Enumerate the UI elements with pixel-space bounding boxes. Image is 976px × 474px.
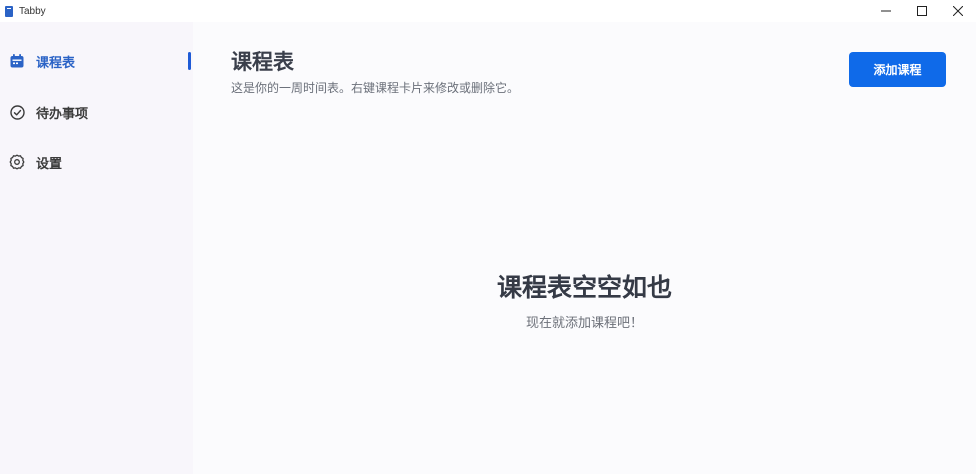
empty-state-subtitle: 现在就添加课程吧！: [525, 316, 643, 331]
page-subtitle: 这是你的一周时间表。右键课程卡片来修改或删除它。: [231, 81, 520, 95]
maximize-button[interactable]: [904, 0, 940, 22]
sidebar-item-label: 待办事项: [36, 106, 89, 122]
minimize-button[interactable]: [868, 0, 904, 22]
close-icon: [953, 6, 963, 16]
minimize-icon: [881, 10, 891, 12]
empty-state-title: 课程表空空如也: [496, 273, 672, 302]
add-course-button[interactable]: 添加课程: [849, 52, 946, 87]
main-content: 课程表 这是你的一周时间表。右键课程卡片来修改或删除它。 添加课程 课程表空空如…: [193, 22, 976, 474]
page-title: 课程表: [231, 50, 294, 74]
close-button[interactable]: [940, 0, 976, 22]
window-controls: [868, 0, 976, 22]
sidebar-item-label: 设置: [36, 156, 63, 172]
active-indicator: [188, 52, 191, 70]
maximize-icon: [917, 6, 927, 16]
gear-icon: [8, 153, 26, 171]
sidebar-item-todo[interactable]: 待办事项: [0, 94, 193, 130]
title-bar: Tabby: [0, 0, 976, 22]
window-title: Tabby: [19, 5, 46, 17]
sidebar-item-settings[interactable]: 设置: [0, 144, 193, 180]
check-circle-icon: [8, 103, 26, 121]
app-logo-icon: [5, 5, 13, 17]
calendar-icon: [8, 52, 26, 70]
sidebar-item-schedule[interactable]: 课程表: [0, 43, 193, 79]
sidebar-item-label: 课程表: [36, 55, 76, 71]
sidebar: 课程表 待办事项 设置: [0, 22, 193, 474]
